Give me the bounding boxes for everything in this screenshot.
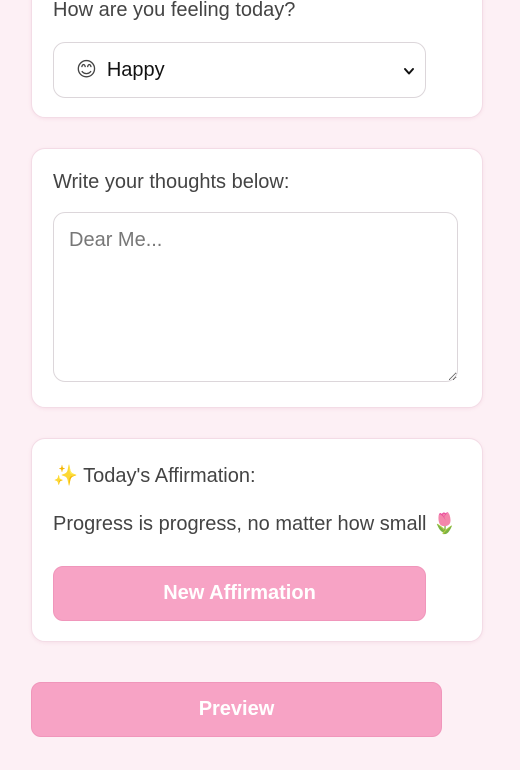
tulip-icon: 🌷	[432, 513, 457, 535]
thoughts-textarea[interactable]	[53, 212, 458, 382]
sparkles-icon: ✨	[53, 465, 78, 487]
affirmation-text: Progress is progress, no matter how smal…	[53, 513, 427, 535]
affirmation-card: ✨ Today's Affirmation: Progress is progr…	[31, 438, 483, 642]
new-affirmation-button[interactable]: New Affirmation	[53, 566, 426, 621]
thoughts-card: Write your thoughts below:	[31, 148, 483, 408]
mood-select[interactable]: 😊 Happy	[53, 42, 426, 98]
mood-selected-value: Happy	[106, 58, 165, 81]
chevron-down-icon	[404, 68, 414, 75]
affirmation-heading-text: Today's Affirmation:	[83, 465, 256, 487]
smiling-face-icon: 😊	[76, 59, 97, 81]
preview-button[interactable]: Preview	[31, 682, 442, 737]
mood-card: How are you feeling today? 😊 Happy	[31, 0, 483, 118]
mood-question-label: How are you feeling today?	[53, 0, 296, 21]
thoughts-label: Write your thoughts below:	[53, 171, 290, 193]
affirmation-heading: ✨ Today's Affirmation:	[53, 463, 256, 488]
affirmation-text-row: Progress is progress, no matter how smal…	[53, 511, 457, 536]
